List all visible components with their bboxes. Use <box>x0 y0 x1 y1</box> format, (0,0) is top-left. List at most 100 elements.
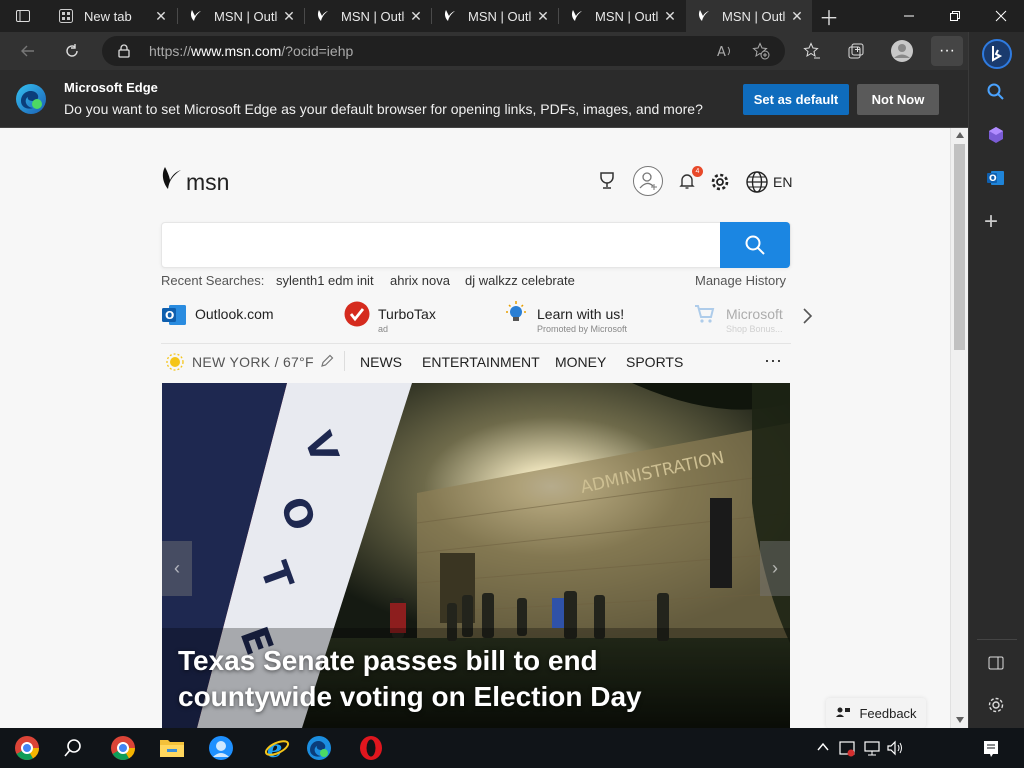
gear-icon[interactable] <box>710 172 730 197</box>
bing-icon[interactable] <box>981 38 1013 70</box>
recent-search-item[interactable]: sylenth1 edm init <box>276 273 374 288</box>
search-icon[interactable] <box>986 82 1006 107</box>
tab-msn[interactable]: MSN | Outlo ✕ <box>305 0 431 32</box>
edge-icon[interactable] <box>303 732 335 764</box>
tray-app-icon[interactable] <box>838 739 856 762</box>
tab-title: MSN | Outlo <box>341 8 405 24</box>
not-now-button[interactable]: Not Now <box>857 84 939 115</box>
read-aloud-icon[interactable]: A <box>716 43 734 64</box>
language-label[interactable]: EN <box>773 174 792 190</box>
restore-button[interactable] <box>932 0 978 32</box>
sign-in-avatar-icon[interactable] <box>632 165 664 202</box>
lock-icon[interactable] <box>117 43 131 64</box>
tab-msn-active[interactable]: MSN | Outlo ✕ <box>686 0 812 32</box>
recent-search-item[interactable]: dj walkzz celebrate <box>465 273 575 288</box>
set-as-default-button[interactable]: Set as default <box>743 84 849 115</box>
sidebar-settings-icon[interactable] <box>987 696 1005 719</box>
weather-location[interactable]: NEW YORK / 67°F <box>192 354 314 370</box>
svg-text:O: O <box>989 174 997 184</box>
quick-link-learn[interactable]: Learn with us! Promoted by Microsoft <box>503 300 663 336</box>
ad-label: ad <box>378 324 389 334</box>
carousel-prev-button[interactable]: ‹ <box>162 541 192 596</box>
close-window-button[interactable] <box>978 0 1024 32</box>
new-tab-icon <box>58 8 74 24</box>
edit-pencil-icon[interactable] <box>319 353 335 374</box>
msn-butterfly-icon <box>696 8 712 24</box>
app-circle-icon[interactable] <box>205 732 237 764</box>
search-icon[interactable] <box>57 732 89 764</box>
msn-butterfly-icon <box>442 8 458 24</box>
edge-logo-icon <box>15 83 47 120</box>
msn-logo-text[interactable]: msn <box>186 169 229 196</box>
close-tab-icon[interactable]: ✕ <box>409 9 423 23</box>
hero-headline[interactable]: Texas Senate passes bill to end countywi… <box>178 643 758 715</box>
close-tab-icon[interactable]: ✕ <box>282 9 296 23</box>
close-tab-icon[interactable]: ✕ <box>663 9 677 23</box>
hide-sidebar-icon[interactable] <box>987 654 1005 677</box>
network-icon[interactable] <box>863 739 881 762</box>
quick-link-microsoft[interactable]: Microsoft Shop Bonus... <box>694 300 794 336</box>
category-nav: NEW YORK / 67°F NEWS ENTERTAINMENT MONEY… <box>161 343 791 377</box>
address-bar[interactable]: https://www.msn.com/?ocid=iehp A <box>102 36 785 66</box>
feedback-button[interactable]: Feedback <box>826 698 926 728</box>
carousel-next-button[interactable]: › <box>760 541 790 596</box>
quick-link-sub: Shop Bonus... <box>726 324 783 334</box>
lightbulb-icon <box>503 300 529 333</box>
tab-title: MSN | Outlo <box>595 8 659 24</box>
chrome-icon[interactable] <box>11 732 43 764</box>
quick-link-label: Microsoft <box>726 306 783 322</box>
settings-more-icon[interactable]: ··· <box>931 36 963 66</box>
quick-link-outlook[interactable]: O Outlook.com <box>161 300 311 336</box>
favorites-icon[interactable] <box>797 36 827 66</box>
nav-entertainment[interactable]: ENTERTAINMENT <box>422 354 540 370</box>
hero-carousel[interactable]: ADMINISTRATION V O T E ‹ › Texas Senate … <box>162 383 790 728</box>
chevron-right-icon[interactable] <box>800 306 814 331</box>
chevron-up-icon[interactable] <box>816 740 830 759</box>
infobar-title: Microsoft Edge <box>64 80 158 95</box>
manage-history-link[interactable]: Manage History <box>695 273 786 288</box>
add-sidebar-app-icon[interactable]: + <box>984 210 998 234</box>
close-tab-icon[interactable]: ✕ <box>790 9 804 23</box>
close-tab-icon[interactable]: ✕ <box>154 9 168 23</box>
close-tab-icon[interactable]: ✕ <box>536 9 550 23</box>
file-explorer-icon[interactable] <box>156 732 188 764</box>
msn-butterfly-logo <box>160 165 184 198</box>
page-scrollbar[interactable] <box>950 128 968 728</box>
more-nav-button[interactable]: ··· <box>764 350 782 371</box>
tab-msn[interactable]: MSN | Outlo ✕ <box>432 0 558 32</box>
shopping-icon[interactable] <box>986 125 1006 150</box>
internet-explorer-icon[interactable]: e <box>261 732 293 764</box>
tab-actions-icon[interactable] <box>8 1 38 31</box>
rewards-icon[interactable] <box>597 171 617 196</box>
promoted-label: Promoted by Microsoft <box>537 324 628 334</box>
url-text[interactable]: https://www.msn.com/?ocid=iehp <box>149 43 353 59</box>
feedback-label: Feedback <box>859 705 917 721</box>
volume-icon[interactable] <box>886 739 904 762</box>
nav-sports[interactable]: SPORTS <box>626 354 683 370</box>
quick-link-turbotax[interactable]: TurboTax ad <box>344 300 484 336</box>
search-input[interactable] <box>161 222 791 268</box>
chrome-icon[interactable] <box>107 732 139 764</box>
refresh-icon[interactable] <box>57 36 87 66</box>
tab-new-tab[interactable]: New tab ✕ <box>48 0 176 32</box>
tab-msn[interactable]: MSN | Outlo ✕ <box>178 0 304 32</box>
msn-page: msn 4 EN Recent Searches: sylenth1 edm i… <box>0 128 950 728</box>
tab-msn[interactable]: MSN | Outlo ✕ <box>559 0 685 32</box>
notification-center-icon[interactable] <box>982 739 1000 762</box>
recent-search-item[interactable]: ahrix nova <box>390 273 450 288</box>
nav-news[interactable]: NEWS <box>360 354 402 370</box>
opera-icon[interactable] <box>355 732 387 764</box>
scrollbar-thumb[interactable] <box>954 144 965 350</box>
back-icon[interactable] <box>13 36 43 66</box>
new-tab-button[interactable]: ＋ <box>814 1 844 31</box>
search-button[interactable] <box>720 222 790 268</box>
outlook-icon[interactable]: O <box>986 168 1006 193</box>
add-favorite-icon[interactable] <box>752 42 770 65</box>
nav-money[interactable]: MONEY <box>555 354 606 370</box>
minimize-button[interactable] <box>886 0 932 32</box>
profile-avatar[interactable] <box>887 36 917 66</box>
sidebar-divider <box>977 639 1017 640</box>
msn-butterfly-icon <box>569 8 585 24</box>
globe-icon[interactable] <box>745 170 769 199</box>
collections-icon[interactable] <box>841 36 871 66</box>
